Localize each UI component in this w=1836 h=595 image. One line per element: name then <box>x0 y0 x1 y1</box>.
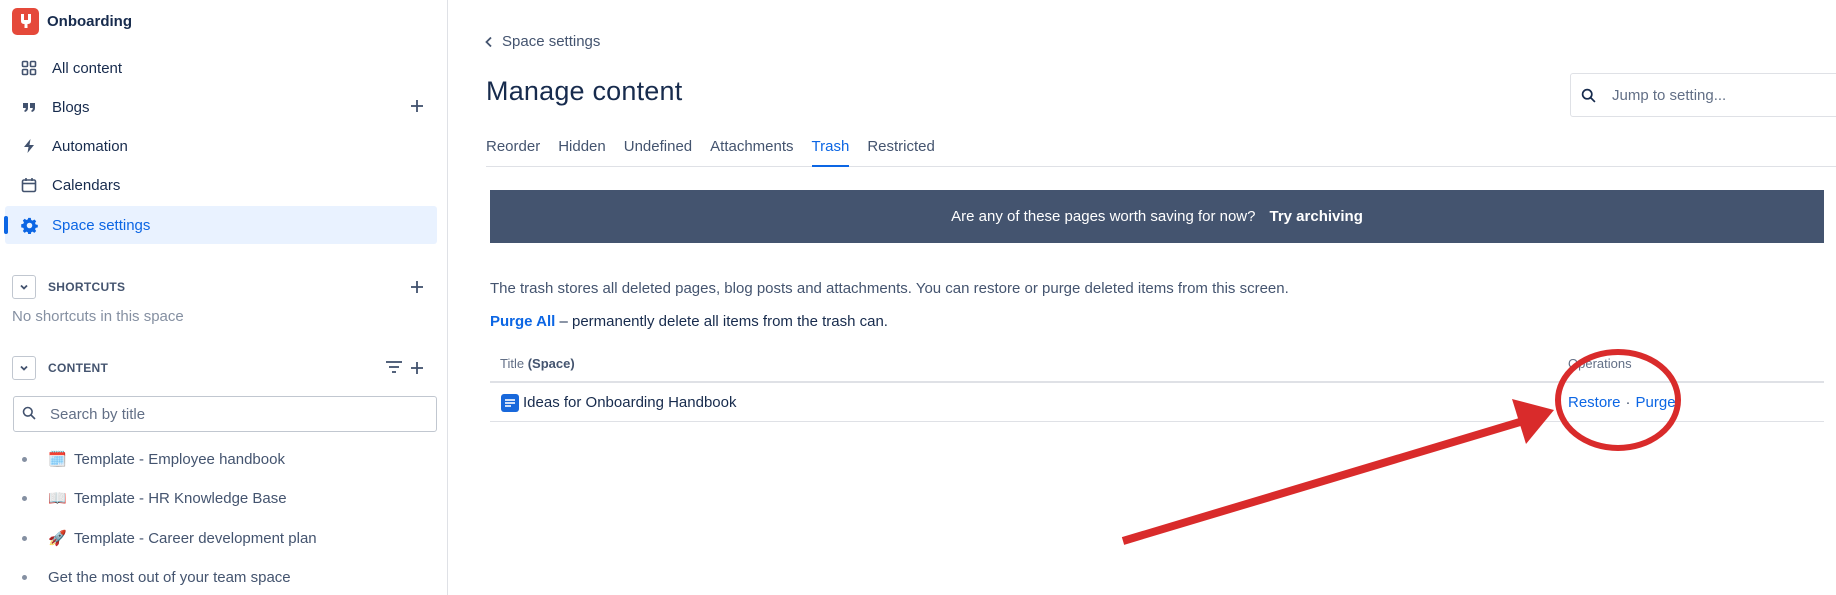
tab-restricted[interactable]: Restricted <box>867 138 935 166</box>
tab-reorder[interactable]: Reorder <box>486 138 540 166</box>
page-icon <box>501 394 519 412</box>
column-space-label: (Space) <box>527 356 575 371</box>
tab-undefined[interactable]: Undefined <box>624 138 692 166</box>
nav-calendars[interactable]: Calendars <box>5 166 437 204</box>
restore-link[interactable]: Restore <box>1568 394 1621 411</box>
nav-automation[interactable]: Automation <box>5 127 437 165</box>
jump-to-setting-box[interactable] <box>1570 73 1836 117</box>
archiving-banner: Are any of these pages worth saving for … <box>490 190 1824 243</box>
nav-label: Space settings <box>52 216 151 234</box>
table-row: Ideas for Onboarding Handbook Restore · Pu… <box>490 383 1824 422</box>
tree-item-hr-knowledge-base[interactable]: 📖 Template - HR Knowledge Base <box>22 485 287 511</box>
nav-label: Calendars <box>52 176 121 194</box>
separator: · <box>1625 394 1631 411</box>
trash-table-header: Title (Space) Operations <box>490 348 1824 383</box>
space-header[interactable]: Onboarding <box>12 6 132 36</box>
space-logo-icon <box>12 7 39 35</box>
bullet <box>22 535 27 541</box>
purge-link[interactable]: Purge <box>1636 394 1676 411</box>
lightning-icon <box>17 134 41 158</box>
try-archiving-link[interactable]: Try archiving <box>1269 208 1362 225</box>
nav-label: Automation <box>52 137 128 155</box>
active-indicator <box>4 216 8 234</box>
quote-icon <box>17 95 41 119</box>
jump-to-setting-input[interactable] <box>1610 85 1814 105</box>
tree-item-employee-handbook[interactable]: 🗓️ Template - Employee handbook <box>22 446 285 472</box>
content-section-header[interactable]: CONTENT <box>12 354 437 382</box>
operations-cell: Restore · Purge <box>1568 394 1676 411</box>
sidebar: Onboarding All content Blogs Automation … <box>0 0 448 595</box>
content-search-box[interactable] <box>13 396 437 432</box>
bullet <box>22 495 27 501</box>
tree-item-label: Template - Career development plan <box>74 529 317 547</box>
tab-hidden[interactable]: Hidden <box>558 138 606 166</box>
add-blog-plus-icon[interactable] <box>407 96 427 116</box>
grid-icon <box>17 56 41 80</box>
add-content-plus-icon[interactable] <box>407 358 427 378</box>
chevron-down-icon[interactable] <box>12 356 36 380</box>
chevron-down-icon[interactable] <box>12 275 36 299</box>
trashed-page-title[interactable]: Ideas for Onboarding Handbook <box>523 394 736 411</box>
content-title: CONTENT <box>48 361 109 375</box>
tree-item-team-space-guide[interactable]: Get the most out of your team space <box>22 564 291 590</box>
filter-icon[interactable] <box>385 360 403 374</box>
purge-all-line: Purge All – permanently delete all items… <box>490 313 888 330</box>
manage-content-tabs: Reorder Hidden Undefined Attachments Tra… <box>486 138 1836 167</box>
search-icon <box>1581 88 1596 103</box>
main-content: Space settings Manage content Reorder Hi… <box>448 0 1836 595</box>
column-title: Title (Space) <box>500 356 575 371</box>
nav-space-settings[interactable]: Space settings <box>4 206 437 244</box>
shortcuts-section-header[interactable]: SHORTCUTS <box>12 273 437 301</box>
bullet <box>22 574 27 580</box>
tree-item-label: Template - Employee handbook <box>74 450 285 468</box>
no-shortcuts-text: No shortcuts in this space <box>12 308 184 325</box>
tab-trash[interactable]: Trash <box>811 138 849 167</box>
tree-item-career-development-plan[interactable]: 🚀 Template - Career development plan <box>22 525 317 551</box>
back-to-space-settings-link[interactable]: Space settings <box>484 33 600 50</box>
nav-label: Blogs <box>52 98 90 116</box>
chevron-left-icon <box>484 36 494 48</box>
page-title: Manage content <box>486 76 683 106</box>
book-emoji-icon: 📖 <box>48 490 67 507</box>
tab-attachments[interactable]: Attachments <box>710 138 793 166</box>
trash-description: The trash stores all deleted pages, blog… <box>490 280 1289 297</box>
shortcuts-title: SHORTCUTS <box>48 280 126 294</box>
nav-blogs[interactable]: Blogs <box>5 88 437 126</box>
purge-all-description: – permanently delete all items from the … <box>555 313 888 330</box>
calendar-emoji-icon: 🗓️ <box>48 451 67 468</box>
tree-item-label: Get the most out of your team space <box>48 568 291 586</box>
bullet <box>22 456 27 462</box>
space-name: Onboarding <box>47 12 132 30</box>
tree-item-label: Template - HR Knowledge Base <box>74 489 287 507</box>
column-title-label: Title <box>500 356 525 371</box>
back-link-label: Space settings <box>502 33 601 50</box>
gear-icon <box>17 213 41 237</box>
purge-all-link[interactable]: Purge All <box>490 313 555 330</box>
search-by-title-input[interactable] <box>48 404 412 424</box>
banner-text: Are any of these pages worth saving for … <box>951 208 1256 225</box>
search-icon <box>22 406 38 422</box>
rocket-emoji-icon: 🚀 <box>48 530 67 547</box>
add-shortcut-plus-icon[interactable] <box>407 277 427 297</box>
nav-label: All content <box>52 59 123 77</box>
nav-all-content[interactable]: All content <box>5 49 437 87</box>
calendar-icon <box>17 173 41 197</box>
column-operations: Operations <box>1568 356 1632 371</box>
